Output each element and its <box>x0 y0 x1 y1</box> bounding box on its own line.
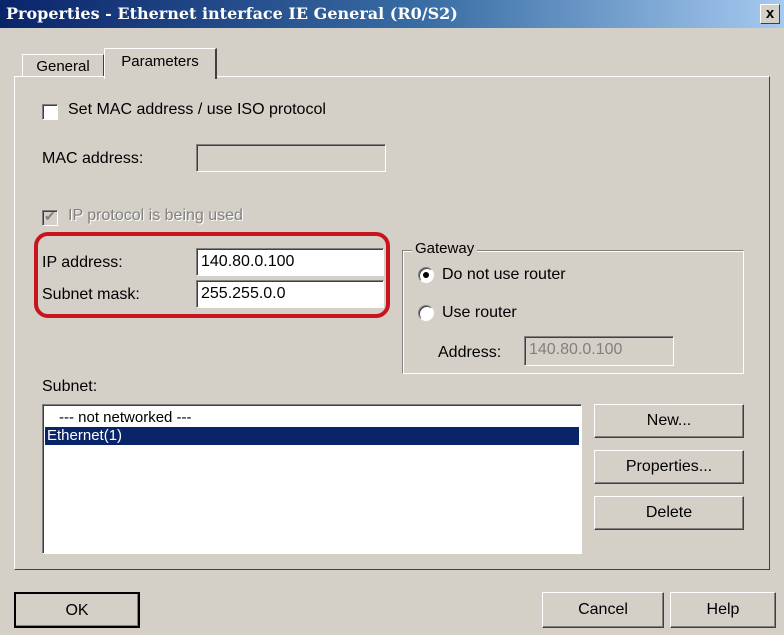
subnet-label: Subnet: <box>42 378 98 395</box>
close-button[interactable]: x <box>760 4 780 24</box>
dialog-title: Properties - Ethernet interface IE Gener… <box>6 4 458 23</box>
radio-selected-dot <box>423 272 429 278</box>
list-item[interactable]: --- not networked --- <box>45 409 579 427</box>
delete-button[interactable]: Delete <box>594 496 744 530</box>
checkmark-icon: ✔ <box>44 208 56 224</box>
ip-protocol-checkbox: ✔ <box>42 208 58 226</box>
mac-address-label: MAC address: <box>42 150 144 167</box>
set-mac-label: Set MAC address / use ISO protocol <box>68 101 326 118</box>
mac-address-field <box>196 144 386 172</box>
highlight-annotation <box>34 232 390 318</box>
properties-button[interactable]: Properties... <box>594 450 744 484</box>
router-address-label: Address: <box>438 344 502 361</box>
radio-use-router[interactable] <box>418 305 434 321</box>
radio-do-not-use-router[interactable] <box>418 267 434 283</box>
tab-parameters[interactable]: Parameters <box>104 48 217 79</box>
ok-button[interactable]: OK <box>14 592 140 628</box>
tab-parameters-label: Parameters <box>121 53 199 70</box>
subnet-listbox[interactable]: --- not networked --- Ethernet(1) <box>42 404 582 554</box>
cancel-button[interactable]: Cancel <box>542 592 664 628</box>
gateway-title: Gateway <box>412 240 478 257</box>
do-not-use-router-label: Do not use router <box>442 266 566 283</box>
title-bar: Properties - Ethernet interface IE Gener… <box>0 0 784 28</box>
router-address-field: 140.80.0.100 <box>524 336 674 366</box>
new-button[interactable]: New... <box>594 404 744 438</box>
close-icon: x <box>765 5 775 22</box>
set-mac-checkbox[interactable] <box>42 104 58 120</box>
use-router-label: Use router <box>442 304 517 321</box>
tab-general[interactable]: General <box>22 54 104 77</box>
ip-protocol-label: IP protocol is being used <box>68 207 243 224</box>
list-item[interactable]: Ethernet(1) <box>45 427 579 445</box>
help-button[interactable]: Help <box>670 592 776 628</box>
tab-general-label: General <box>36 58 90 75</box>
